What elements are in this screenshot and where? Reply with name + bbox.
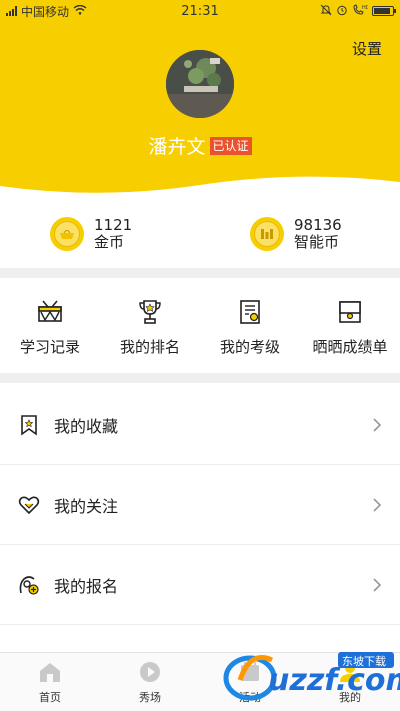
profile-icon <box>340 663 360 682</box>
avatar[interactable] <box>166 50 234 118</box>
gold-coin-label: 金币 <box>94 233 125 251</box>
report-card-icon <box>339 301 361 323</box>
registration-icon <box>19 575 39 595</box>
trophy-icon <box>139 300 161 324</box>
shortcut-grid: 学习记录 我的排名 我的考级 晒晒成绩单 <box>0 278 400 373</box>
status-bar: 中国移动 21:31 HD <box>0 0 400 22</box>
menu-item-label: 我的报名 <box>54 576 119 596</box>
user-info: 潘卉文 已认证 <box>0 132 400 159</box>
smart-coin-label: 智能币 <box>294 233 340 251</box>
tab-label: 秀场 <box>139 691 161 704</box>
settings-button[interactable]: 设置 <box>352 38 382 59</box>
tab-mine[interactable]: 我的 <box>300 653 400 711</box>
status-time: 21:31 <box>181 3 219 19</box>
home-icon <box>40 663 60 682</box>
hd-call-icon: HD <box>352 3 370 19</box>
activity-icon <box>241 662 259 681</box>
alarm-icon <box>336 4 348 19</box>
menu-item-registration[interactable]: 我的报名 <box>0 545 400 625</box>
tab-showcase[interactable]: 秀场 <box>100 653 200 711</box>
certificate-icon <box>240 300 260 324</box>
avatar-photo <box>166 50 234 118</box>
chevron-right-icon <box>373 417 382 432</box>
play-icon <box>140 662 160 682</box>
shortcut-label: 我的考级 <box>219 338 280 356</box>
menu-item-label: 我的收藏 <box>54 416 119 436</box>
section-divider <box>0 373 400 383</box>
heart-icon <box>18 496 40 514</box>
signal-icon <box>6 6 17 16</box>
gold-coin-value: 1121 <box>94 216 133 234</box>
menu-item-favorites[interactable]: 我的收藏 <box>0 385 400 465</box>
wifi-icon <box>73 4 87 18</box>
gold-coin-balance[interactable]: 1121 金币 <box>0 200 200 268</box>
shortcut-label: 学习记录 <box>19 338 80 356</box>
tab-home[interactable]: 首页 <box>0 653 100 711</box>
menu-item-following[interactable]: 我的关注 <box>0 465 400 545</box>
wallet-section: 1121 金币 98136 智能币 <box>0 200 400 268</box>
shortcut-share-report-card[interactable]: 晒晒成绩单 <box>300 278 400 373</box>
verified-badge: 已认证 <box>209 136 252 155</box>
shortcut-my-grade-exam[interactable]: 我的考级 <box>200 278 300 373</box>
tab-label: 活动 <box>239 691 261 704</box>
shortcut-study-record[interactable]: 学习记录 <box>0 278 100 373</box>
battery-icon <box>372 6 396 16</box>
shortcut-my-ranking[interactable]: 我的排名 <box>100 278 200 373</box>
bottom-tab-bar: 首页 秀场 活动 我的 <box>0 652 400 711</box>
smart-coin-icon <box>250 217 284 251</box>
chevron-right-icon <box>373 497 382 512</box>
shortcut-label: 我的排名 <box>119 338 180 356</box>
gold-coin-icon <box>50 217 84 251</box>
carrier-name: 中国移动 <box>21 4 70 19</box>
tab-label: 首页 <box>39 691 61 704</box>
tab-label: 我的 <box>339 691 361 704</box>
tab-activity[interactable]: 活动 <box>200 653 300 711</box>
bookmark-star-icon <box>21 414 37 436</box>
drum-icon <box>38 300 62 322</box>
shortcut-label: 晒晒成绩单 <box>312 338 388 356</box>
menu-list: 我的收藏 我的关注 我的报名 <box>0 385 400 625</box>
smart-coin-balance[interactable]: 98136 智能币 <box>200 200 400 268</box>
user-name: 潘卉文 <box>148 136 206 158</box>
mute-icon <box>320 4 332 19</box>
section-divider <box>0 268 400 278</box>
menu-item-label: 我的关注 <box>54 496 119 516</box>
chevron-right-icon <box>373 577 382 592</box>
smart-coin-value: 98136 <box>294 216 342 234</box>
svg-text:HD: HD <box>362 5 368 11</box>
